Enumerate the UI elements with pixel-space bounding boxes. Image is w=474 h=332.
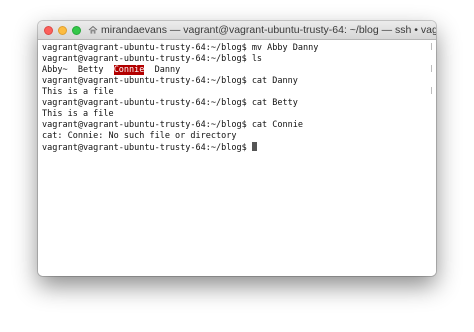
prompt-text: vagrant@vagrant-ubuntu-trusty-64:~/blog$ bbox=[42, 143, 252, 153]
ls-entry: Connie bbox=[113, 65, 145, 75]
minimize-button[interactable] bbox=[58, 25, 67, 35]
terminal-window: mirandaevans — vagrant@vagrant-ubuntu-tr… bbox=[38, 21, 436, 276]
terminal-content[interactable]: vagrant@vagrant-ubuntu-trusty-64:~/blog$… bbox=[38, 40, 436, 276]
ls-entry: Abby~ bbox=[42, 65, 68, 75]
command-line: vagrant@vagrant-ubuntu-trusty-64:~/blog$… bbox=[42, 98, 298, 108]
scrollbar-marks bbox=[431, 43, 434, 103]
terminal-cursor bbox=[251, 142, 257, 151]
ls-entry: Betty bbox=[77, 65, 104, 75]
zoom-button[interactable] bbox=[72, 25, 81, 35]
window-title: mirandaevans — vagrant@vagrant-ubuntu-tr… bbox=[101, 24, 436, 36]
window-controls bbox=[44, 25, 86, 35]
current-prompt-line: vagrant@vagrant-ubuntu-trusty-64:~/blog$ bbox=[42, 142, 432, 153]
title-bar[interactable]: mirandaevans — vagrant@vagrant-ubuntu-tr… bbox=[38, 21, 436, 40]
output-line: cat: Connie: No such file or directory bbox=[42, 131, 237, 141]
close-button[interactable] bbox=[44, 25, 53, 35]
ls-entry: Danny bbox=[154, 65, 181, 75]
output-line: This is a file bbox=[42, 109, 114, 119]
ls-output-line: Abby~ Betty Connie Danny bbox=[42, 65, 432, 76]
command-line: vagrant@vagrant-ubuntu-trusty-64:~/blog$… bbox=[42, 120, 303, 130]
window-title-group: mirandaevans — vagrant@vagrant-ubuntu-tr… bbox=[88, 24, 436, 36]
home-icon bbox=[88, 25, 98, 34]
command-line: vagrant@vagrant-ubuntu-trusty-64:~/blog$… bbox=[42, 76, 298, 86]
output-line: This is a file bbox=[42, 87, 114, 97]
command-line: vagrant@vagrant-ubuntu-trusty-64:~/blog$… bbox=[42, 43, 319, 53]
command-line: vagrant@vagrant-ubuntu-trusty-64:~/blog$… bbox=[42, 54, 263, 64]
